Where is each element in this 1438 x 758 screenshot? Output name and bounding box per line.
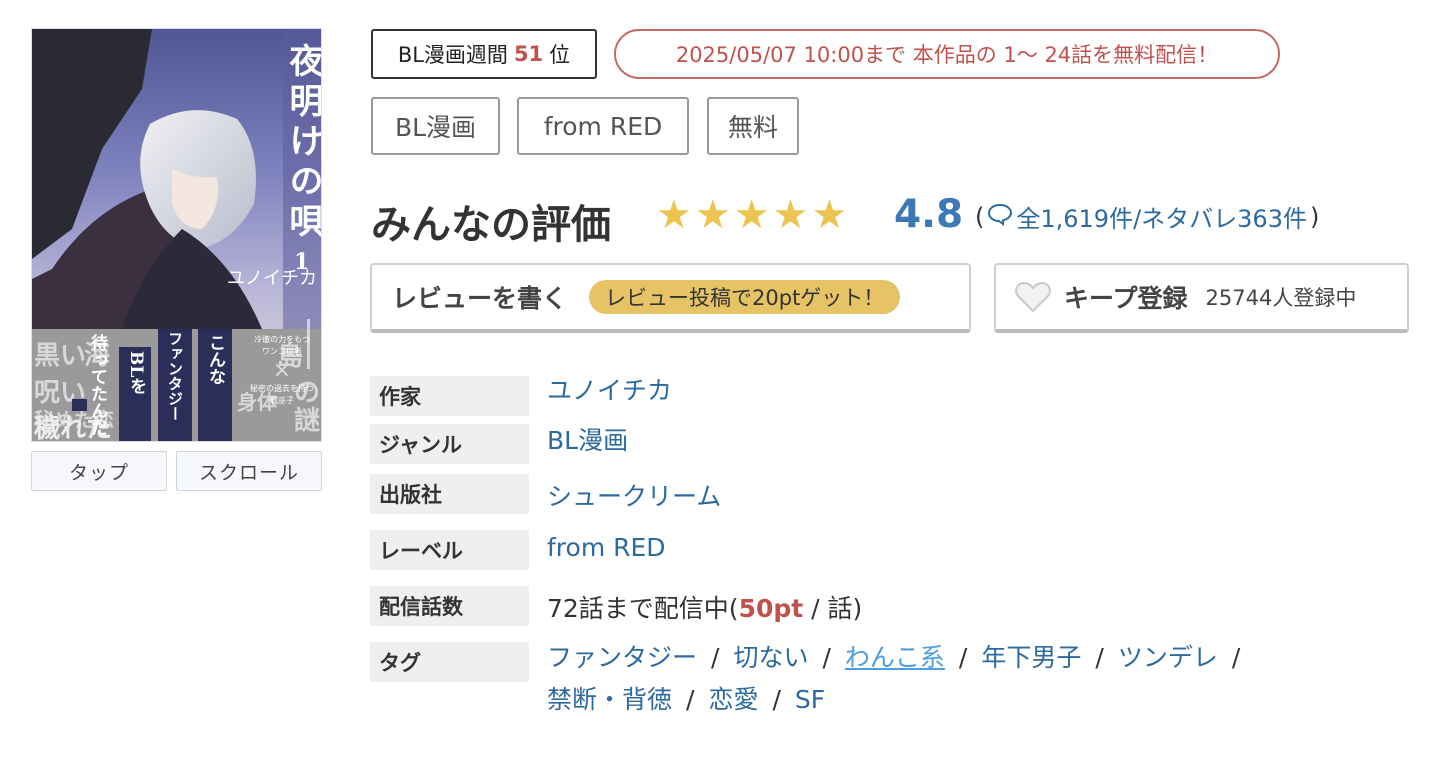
tag-separator: / bbox=[686, 685, 695, 714]
keep-button[interactable]: キープ登録 25744人登録中 bbox=[994, 263, 1409, 333]
write-review-button[interactable]: レビューを書く レビュー投稿で20ptゲット！ bbox=[370, 263, 971, 333]
cover-banner-text: 待ってたんだ bbox=[87, 333, 108, 436]
tag-wanko[interactable]: わんこ系 bbox=[845, 643, 945, 672]
cover-bg-word: 謎 bbox=[294, 406, 320, 436]
category-tag-free[interactable]: 無料 bbox=[707, 97, 799, 155]
ranking-number: 51 bbox=[513, 42, 544, 66]
cover-blurb: 冷徹の力をもつ bbox=[254, 334, 310, 344]
cover-image[interactable]: 黒い 海 呪い 秘めた恋 穢れた 島 の 謎 身体 こんな ファンタジー BLを… bbox=[31, 28, 322, 442]
keep-count: 25744人登録中 bbox=[1205, 286, 1357, 310]
cover-blurb: × bbox=[273, 358, 291, 383]
episodes-post: 話) bbox=[827, 594, 863, 623]
tags-row-1: ファンタジー / 切ない / わんこ系 / 年下男子 / ツンデレ / bbox=[547, 638, 1254, 674]
author-label: 作家 bbox=[370, 376, 529, 416]
review-bonus-pill: レビュー投稿で20ptゲット！ bbox=[589, 280, 901, 314]
open-paren: ( bbox=[975, 202, 985, 231]
cover-bg-word: 黒い bbox=[34, 341, 86, 371]
ranking-suffix: 位 bbox=[549, 43, 571, 67]
star-icon: ★ bbox=[733, 192, 770, 238]
tap-button[interactable]: タップ bbox=[31, 451, 167, 491]
review-count-text[interactable]: 全1,619件/ネタバレ363件 bbox=[1016, 199, 1307, 234]
label-link[interactable]: from RED bbox=[547, 533, 666, 562]
heart-icon bbox=[1014, 281, 1052, 313]
close-paren: ) bbox=[1309, 202, 1320, 231]
episodes-pre: 72話まで配信中( bbox=[547, 594, 739, 623]
tag-kindan[interactable]: 禁断・背徳 bbox=[547, 685, 672, 714]
cover-bg-word: の bbox=[294, 378, 320, 408]
star-icon: ★ bbox=[811, 192, 848, 238]
star-icon: ★ bbox=[656, 192, 692, 238]
write-review-label: レビューを書く bbox=[392, 284, 568, 313]
tag-fantasy[interactable]: ファンタジー bbox=[547, 643, 697, 672]
tag-tsundere[interactable]: ツンデレ bbox=[1118, 643, 1218, 672]
tag-separator: / bbox=[1095, 643, 1104, 672]
tag-separator: / bbox=[772, 685, 781, 714]
category-tag-bl-manga[interactable]: BL漫画 bbox=[371, 97, 500, 155]
tag-renai[interactable]: 恋愛 bbox=[708, 685, 758, 714]
cover-title: 夜明けの唄 bbox=[283, 43, 322, 243]
tag-toshishita[interactable]: 年下男子 bbox=[981, 643, 1081, 672]
label-label: レーベル bbox=[370, 530, 529, 570]
keep-label: キープ登録 bbox=[1064, 284, 1188, 313]
comment-icon bbox=[987, 202, 1013, 232]
tags-row-2: 禁断・背徳 / 恋愛 / SF bbox=[547, 680, 825, 716]
cover-banner-text: こんな bbox=[205, 334, 226, 385]
episodes-label: 配信話数 bbox=[370, 586, 529, 626]
genre-label: ジャンル bbox=[370, 424, 529, 464]
publisher-label: 出版社 bbox=[370, 474, 529, 514]
rating-score: 4.8 bbox=[894, 192, 964, 237]
tag-separator: / bbox=[958, 643, 968, 672]
star-rating: ★ ★ ★ ★ ★ bbox=[656, 193, 847, 237]
cover-blurb: ワンコ従者 bbox=[262, 346, 302, 356]
tag-separator: / bbox=[1231, 643, 1241, 672]
tag-sf[interactable]: SF bbox=[795, 685, 825, 714]
episodes-mid: / bbox=[803, 594, 828, 623]
author-link[interactable]: ユノイチカ bbox=[547, 371, 672, 407]
tags-label: タグ bbox=[370, 642, 529, 682]
star-icon: ★ bbox=[772, 192, 809, 238]
ranking-badge[interactable]: BL漫画週間 51 位 bbox=[371, 29, 597, 79]
publisher-link[interactable]: シュークリーム bbox=[547, 477, 721, 513]
category-tag-from-red[interactable]: from RED bbox=[517, 97, 689, 155]
cover-author: ユノイチカ bbox=[227, 268, 317, 289]
ranking-prefix: BL漫画週間 bbox=[397, 43, 508, 67]
free-campaign-badge: 2025/05/07 10:00まで 本作品の 1〜 24話を無料配信！ bbox=[614, 29, 1280, 79]
star-icon: ★ bbox=[694, 192, 731, 238]
tag-separator: / bbox=[822, 643, 831, 672]
cover-banner-text: BLを bbox=[126, 351, 146, 394]
episodes-value: 72話まで配信中(50pt / 話) bbox=[547, 589, 862, 625]
tag-setsunai[interactable]: 切ない bbox=[733, 643, 808, 672]
free-campaign-text: 2025/05/07 10:00まで 本作品の 1〜 24話を無料配信！ bbox=[675, 43, 1219, 67]
scroll-button[interactable]: スクロール bbox=[176, 451, 322, 491]
tag-separator: / bbox=[711, 643, 720, 672]
cover-blurb: 戦巫子 bbox=[270, 395, 294, 405]
cover-blurb: 秘密の過去を持つ bbox=[250, 383, 314, 393]
rating-title: みんなの評価 bbox=[371, 202, 611, 248]
cover-banner-text: ファンタジー bbox=[166, 331, 184, 421]
review-count[interactable]: ( 全1,619件/ネタバレ363件 ) bbox=[975, 199, 1319, 234]
episodes-price: 50pt bbox=[738, 594, 804, 623]
genre-link[interactable]: BL漫画 bbox=[547, 421, 628, 457]
